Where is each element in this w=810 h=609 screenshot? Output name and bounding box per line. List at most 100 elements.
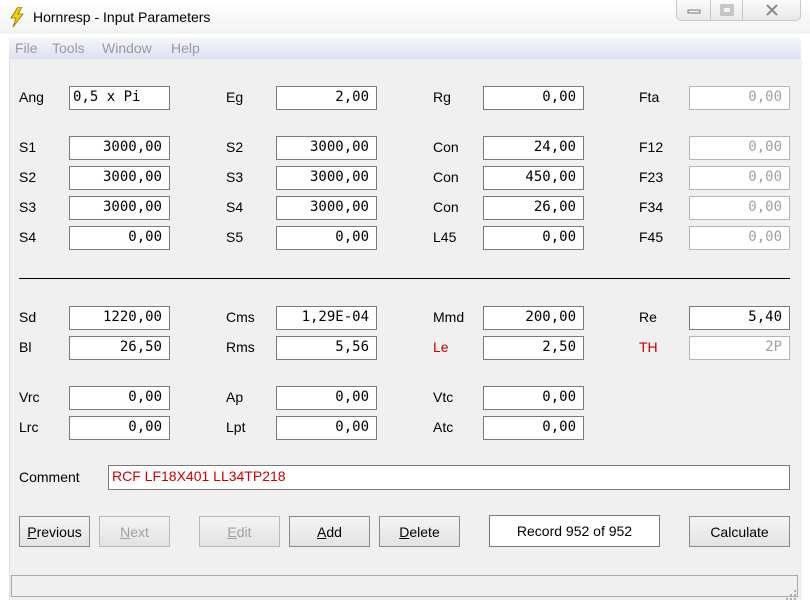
rms-field[interactable]: 5,56 — [276, 336, 377, 360]
th-field: 2P — [689, 336, 790, 360]
cms-field[interactable]: 1,29E-04 — [276, 306, 377, 330]
con1-label: Con — [433, 139, 459, 155]
lrc-label: Lrc — [19, 419, 39, 435]
lpt-label: Lpt — [226, 419, 246, 435]
window-title: Hornresp - Input Parameters — [33, 9, 211, 25]
th-label[interactable]: TH — [639, 339, 658, 355]
con2-label: Con — [433, 169, 459, 185]
rg-label: Rg — [433, 89, 451, 105]
section-divider — [19, 278, 790, 279]
comment-label: Comment — [19, 469, 80, 485]
vtc-field[interactable]: 0,00 — [483, 386, 584, 410]
f34-label: F34 — [639, 199, 664, 215]
add-button[interactable]: Add — [289, 516, 370, 547]
atc-field[interactable]: 0,00 — [483, 416, 584, 440]
s2-field-2[interactable]: 3000,00 — [69, 166, 170, 190]
lpt-field[interactable]: 0,00 — [276, 416, 377, 440]
re-field[interactable]: 5,40 — [689, 306, 790, 330]
s3-label: S3 — [226, 169, 244, 185]
sd-field[interactable]: 1220,00 — [69, 306, 170, 330]
close-icon — [765, 4, 778, 16]
menu-tools[interactable]: Tools — [52, 40, 85, 56]
calculate-button-label: Calculate — [710, 523, 769, 540]
s1-field[interactable]: 3000,00 — [69, 136, 170, 160]
sd-label: Sd — [19, 309, 37, 325]
add-button-label: Add — [317, 523, 342, 540]
rms-label: Rms — [226, 339, 255, 355]
atc-label: Atc — [433, 419, 454, 435]
s4-label-2: S4 — [19, 229, 37, 245]
lrc-field[interactable]: 0,00 — [69, 416, 170, 440]
vrc-field[interactable]: 0,00 — [69, 386, 170, 410]
edit-button: Edit — [199, 516, 280, 547]
previous-button-label: Previous — [27, 523, 82, 540]
edit-button-label: Edit — [227, 523, 252, 540]
comment-field[interactable]: RCF LF18X401 LL34TP218 — [108, 465, 790, 490]
menu-window[interactable]: Window — [102, 40, 152, 56]
eg-label: Eg — [226, 89, 244, 105]
con3-label: Con — [433, 199, 459, 215]
s3-label-2: S3 — [19, 199, 37, 215]
bl-field[interactable]: 26,50 — [69, 336, 170, 360]
mmd-field[interactable]: 200,00 — [483, 306, 584, 330]
mmd-label: Mmd — [433, 309, 465, 325]
con2-field[interactable]: 450,00 — [483, 166, 584, 190]
f45-field: 0,00 — [689, 226, 790, 250]
s2-field[interactable]: 3000,00 — [276, 136, 377, 160]
s4-field[interactable]: 3000,00 — [276, 196, 377, 220]
s3-field-2[interactable]: 3000,00 — [69, 196, 170, 220]
f23-label: F23 — [639, 169, 664, 185]
minimize-icon — [687, 9, 700, 14]
title-bar: Hornresp - Input Parameters — [0, 0, 810, 34]
l45-label: L45 — [433, 229, 457, 245]
ap-field[interactable]: 0,00 — [276, 386, 377, 410]
menu-file[interactable]: File — [15, 40, 38, 56]
record-indicator: Record 952 of 952 — [489, 515, 660, 547]
s4-label: S4 — [226, 199, 244, 215]
s2-label-2: S2 — [19, 169, 37, 185]
le-field[interactable]: 2,50 — [483, 336, 584, 360]
ap-label: Ap — [226, 389, 244, 405]
ang-field[interactable]: 0,5 x Pi — [69, 86, 170, 110]
lightning-bolt-icon — [10, 7, 24, 27]
delete-button[interactable]: Delete — [379, 516, 460, 547]
f12-label: F12 — [639, 139, 664, 155]
re-label: Re — [639, 309, 657, 325]
status-bar — [11, 575, 798, 597]
minimize-button[interactable] — [676, 0, 711, 21]
f12-field: 0,00 — [689, 136, 790, 160]
close-button[interactable] — [742, 0, 801, 21]
s5-label: S5 — [226, 229, 244, 245]
s3-field[interactable]: 3000,00 — [276, 166, 377, 190]
menu-bar: File Tools Window Help — [9, 37, 801, 59]
previous-button[interactable]: Previous — [19, 516, 90, 547]
con1-field[interactable]: 24,00 — [483, 136, 584, 160]
rg-field[interactable]: 0,00 — [483, 86, 584, 110]
s1-label: S1 — [19, 139, 37, 155]
f23-field: 0,00 — [689, 166, 790, 190]
menu-help[interactable]: Help — [171, 40, 200, 56]
con3-field[interactable]: 26,00 — [483, 196, 584, 220]
bl-label: Bl — [19, 339, 32, 355]
next-button: Next — [99, 516, 170, 547]
resize-grip-icon[interactable] — [784, 588, 798, 602]
f45-label: F45 — [639, 229, 664, 245]
vrc-label: Vrc — [19, 389, 40, 405]
f34-field: 0,00 — [689, 196, 790, 220]
eg-field[interactable]: 2,00 — [276, 86, 377, 110]
fta-field: 0,00 — [689, 86, 790, 110]
delete-button-label: Delete — [399, 523, 440, 540]
calculate-button[interactable]: Calculate — [689, 516, 790, 547]
maximize-icon — [720, 4, 733, 16]
next-button-label: Next — [120, 523, 149, 540]
cms-label: Cms — [226, 309, 255, 325]
maximize-button[interactable] — [710, 0, 743, 21]
ang-label: Ang — [19, 89, 44, 105]
fta-label: Fta — [639, 89, 660, 105]
s2-label: S2 — [226, 139, 244, 155]
le-label[interactable]: Le — [433, 339, 449, 355]
s4-field-2[interactable]: 0,00 — [69, 226, 170, 250]
s5-field[interactable]: 0,00 — [276, 226, 377, 250]
vtc-label: Vtc — [433, 389, 454, 405]
l45-field[interactable]: 0,00 — [483, 226, 584, 250]
